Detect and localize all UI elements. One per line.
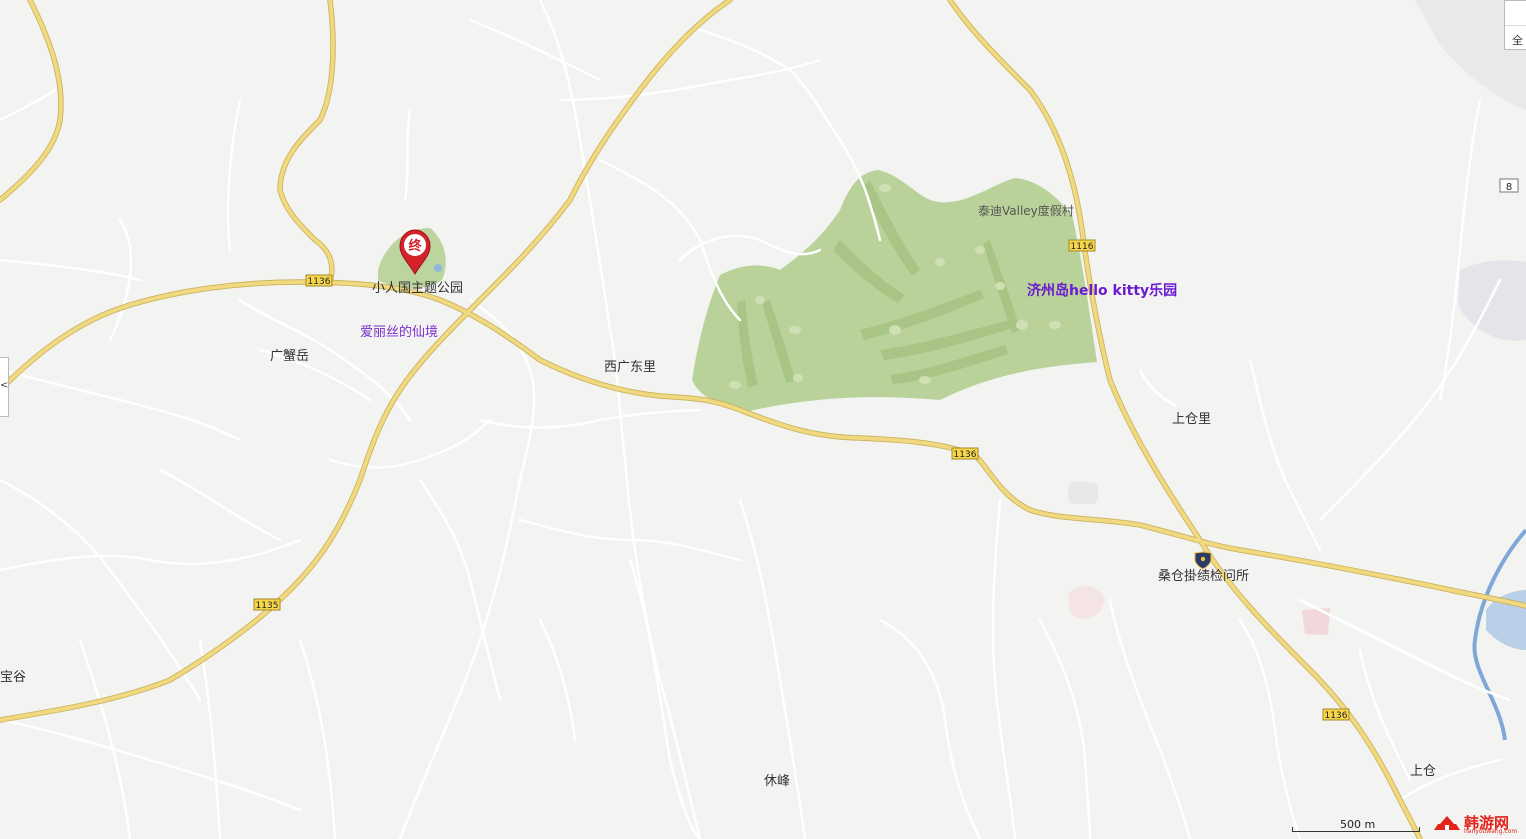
label-shangcang: 上仓	[1410, 764, 1436, 779]
left-panel-toggle[interactable]: <	[0, 357, 9, 417]
road-shield-1116: 1116	[1068, 239, 1096, 252]
label-guangxie: 广蟹岳	[270, 349, 309, 364]
pond	[434, 264, 442, 272]
road-shield-1135: 1135	[253, 598, 281, 611]
zoom-segment-top[interactable]	[1505, 1, 1526, 26]
label-shangcangli: 上仓里	[1172, 412, 1211, 427]
map-canvas[interactable]: 1136 1136 1136 1135 1116 8 小人国主题公园 爱丽丝的仙…	[0, 0, 1526, 839]
scale-bar-label: 500 m	[1340, 818, 1376, 831]
road-shield-1136-center: 1136	[951, 447, 979, 460]
label-baogu: 宝谷	[0, 670, 26, 685]
label-alice-wonderland[interactable]: 爱丽丝的仙境	[360, 324, 438, 340]
building-patch	[1068, 482, 1098, 504]
road-shield-1136-west: 1136	[305, 274, 333, 287]
svg-text:1136: 1136	[308, 277, 331, 287]
map-zoom-control[interactable]: 全	[1504, 0, 1526, 50]
svg-text:1116: 1116	[1071, 242, 1094, 252]
label-park[interactable]: 小人国主题公园	[372, 281, 463, 296]
road-shield-1136-southeast: 1136	[1322, 708, 1350, 721]
road-shield-8: 8	[1499, 178, 1519, 193]
svg-text:1135: 1135	[256, 601, 279, 611]
brand-url: hanyouwang.com	[1464, 828, 1518, 835]
svg-text:1136: 1136	[1325, 711, 1348, 721]
brand-watermark: 韩游网 hanyouwang.com	[1432, 812, 1524, 836]
svg-text:1136: 1136	[954, 450, 977, 460]
svg-text:8: 8	[1506, 182, 1512, 193]
label-xiguang-dongli: 西广东里	[604, 360, 656, 375]
label-checkpoint[interactable]: 桑仓掛绩检问所	[1158, 569, 1249, 584]
brand-logo-icon	[1434, 816, 1460, 830]
svg-text:终: 终	[408, 238, 422, 254]
label-xiufeng: 休峰	[764, 774, 790, 789]
chevron-left-icon[interactable]: <	[0, 380, 8, 391]
label-hello-kitty-park[interactable]: 济州岛hello kitty乐园	[1027, 282, 1177, 299]
zoom-full-label[interactable]: 全	[1505, 26, 1526, 48]
scale-bar: 500 m	[1292, 816, 1420, 834]
label-teddy-valley-resort[interactable]: 泰迪Valley度假村	[978, 203, 1074, 218]
